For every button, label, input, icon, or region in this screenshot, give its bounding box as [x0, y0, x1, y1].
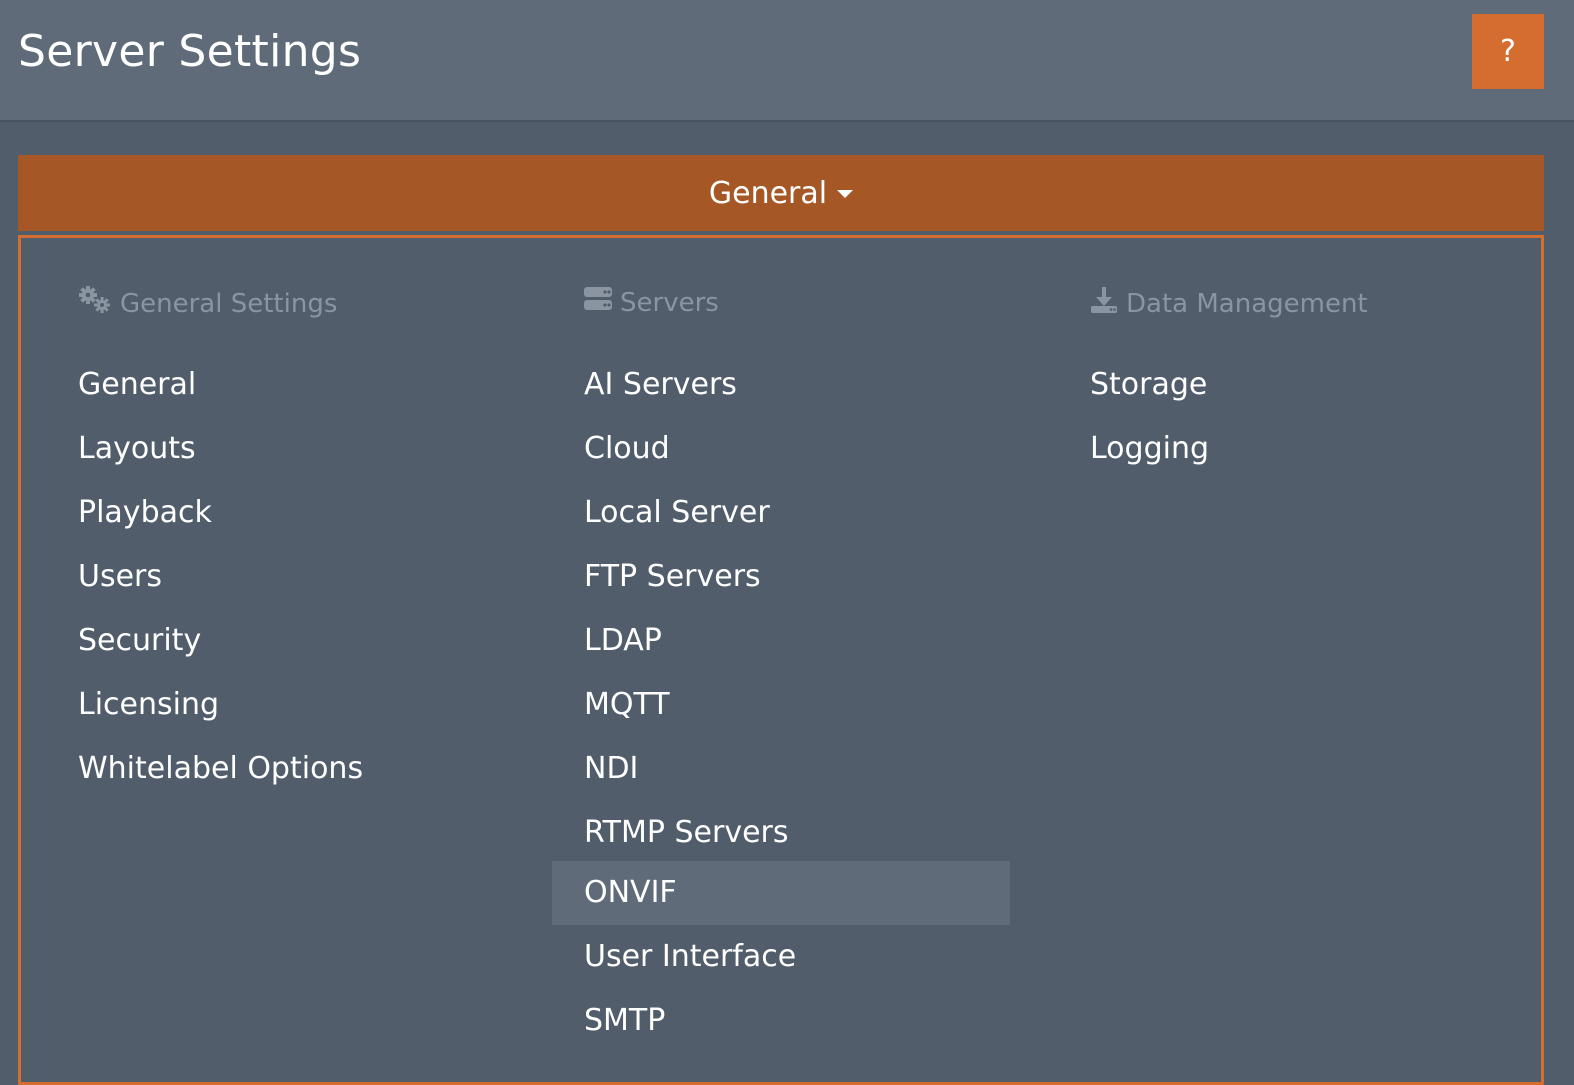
menu-item-onvif[interactable]: ONVIF	[552, 861, 1010, 925]
menu-item-ai-servers[interactable]: AI Servers	[584, 353, 737, 417]
column-heading-label: Data Management	[1126, 288, 1368, 319]
menu-item-user-interface[interactable]: User Interface	[584, 925, 796, 989]
header-bar: Server Settings ?	[0, 0, 1574, 122]
menu-item-users[interactable]: Users	[78, 545, 162, 609]
menu-item-local-server[interactable]: Local Server	[584, 481, 770, 545]
menu-item-rtmp-servers[interactable]: RTMP Servers	[584, 801, 789, 865]
menu-item-logging[interactable]: Logging	[1090, 417, 1209, 481]
menu-item-mqtt[interactable]: MQTT	[584, 673, 670, 737]
column-heading: General Settings	[78, 286, 337, 321]
menu-item-cloud[interactable]: Cloud	[584, 417, 670, 481]
dropdown-menu-panel: General Settings General Layouts Playbac…	[18, 235, 1544, 1085]
server-icon	[584, 286, 620, 319]
column-heading-label: General Settings	[120, 288, 338, 319]
column-heading: Servers	[584, 286, 719, 319]
dropdown-label: General	[708, 175, 828, 211]
caret-down-icon	[837, 190, 854, 198]
gears-icon	[78, 286, 120, 321]
menu-item-whitelabel-options[interactable]: Whitelabel Options	[78, 737, 363, 801]
page-title: Server Settings	[18, 26, 362, 77]
menu-item-ndi[interactable]: NDI	[584, 737, 638, 801]
menu-item-security[interactable]: Security	[78, 609, 201, 673]
menu-item-ftp-servers[interactable]: FTP Servers	[584, 545, 761, 609]
help-button[interactable]: ?	[1472, 14, 1544, 89]
category-dropdown-toggle[interactable]: General	[18, 155, 1544, 231]
menu-item-layouts[interactable]: Layouts	[78, 417, 196, 481]
column-heading-label: Servers	[620, 287, 719, 318]
menu-item-playback[interactable]: Playback	[78, 481, 212, 545]
menu-item-general[interactable]: General	[78, 353, 196, 417]
menu-item-storage[interactable]: Storage	[1090, 353, 1207, 417]
column-heading: Data Management	[1090, 286, 1368, 321]
menu-item-ldap[interactable]: LDAP	[584, 609, 662, 673]
menu-item-licensing[interactable]: Licensing	[78, 673, 219, 737]
menu-item-smtp[interactable]: SMTP	[584, 989, 665, 1053]
download-icon	[1090, 286, 1126, 321]
